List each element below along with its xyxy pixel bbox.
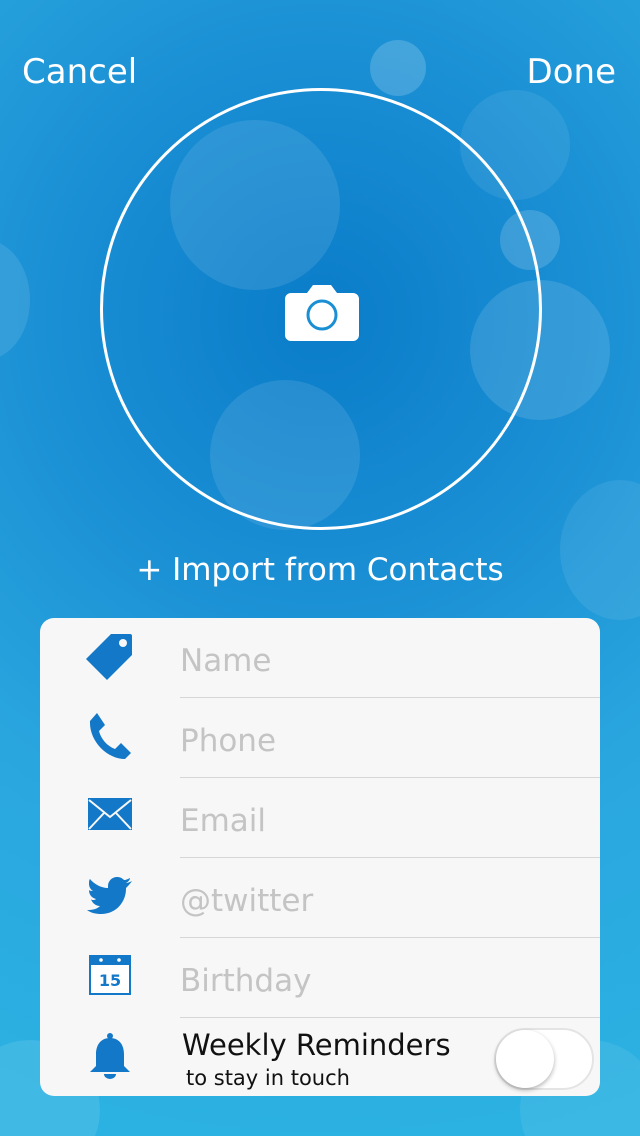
toggle-knob (496, 1030, 554, 1088)
cancel-button[interactable]: Cancel (22, 52, 137, 92)
camera-icon (285, 285, 359, 341)
reminders-subtitle: to stay in touch (186, 1066, 350, 1090)
tag-icon (80, 626, 140, 686)
calendar-day-label: 15 (99, 971, 121, 990)
name-field[interactable] (180, 618, 600, 698)
import-from-contacts-link[interactable]: + Import from Contacts (0, 552, 640, 588)
weekly-reminders-toggle[interactable] (494, 1028, 594, 1090)
phone-icon (80, 706, 140, 766)
add-photo-button[interactable] (100, 88, 542, 530)
reminders-row: Weekly Reminders to stay in touch (40, 1018, 600, 1096)
twitter-field[interactable] (180, 858, 600, 938)
calendar-icon: 15 (80, 944, 140, 1004)
phone-field[interactable] (180, 698, 600, 778)
email-field[interactable] (180, 778, 600, 858)
twitter-bird-icon (80, 866, 140, 926)
email-row (40, 778, 600, 858)
twitter-row (40, 858, 600, 938)
contact-form-card: 15 Weekly Reminders to stay in touch (40, 618, 600, 1096)
done-button[interactable]: Done (527, 52, 616, 92)
phone-row (40, 698, 600, 778)
reminders-title: Weekly Reminders (182, 1028, 451, 1062)
birthday-row: 15 (40, 938, 600, 1018)
birthday-field[interactable] (180, 938, 600, 1018)
name-row (40, 618, 600, 698)
bell-icon (80, 1026, 140, 1086)
envelope-icon (80, 784, 140, 844)
